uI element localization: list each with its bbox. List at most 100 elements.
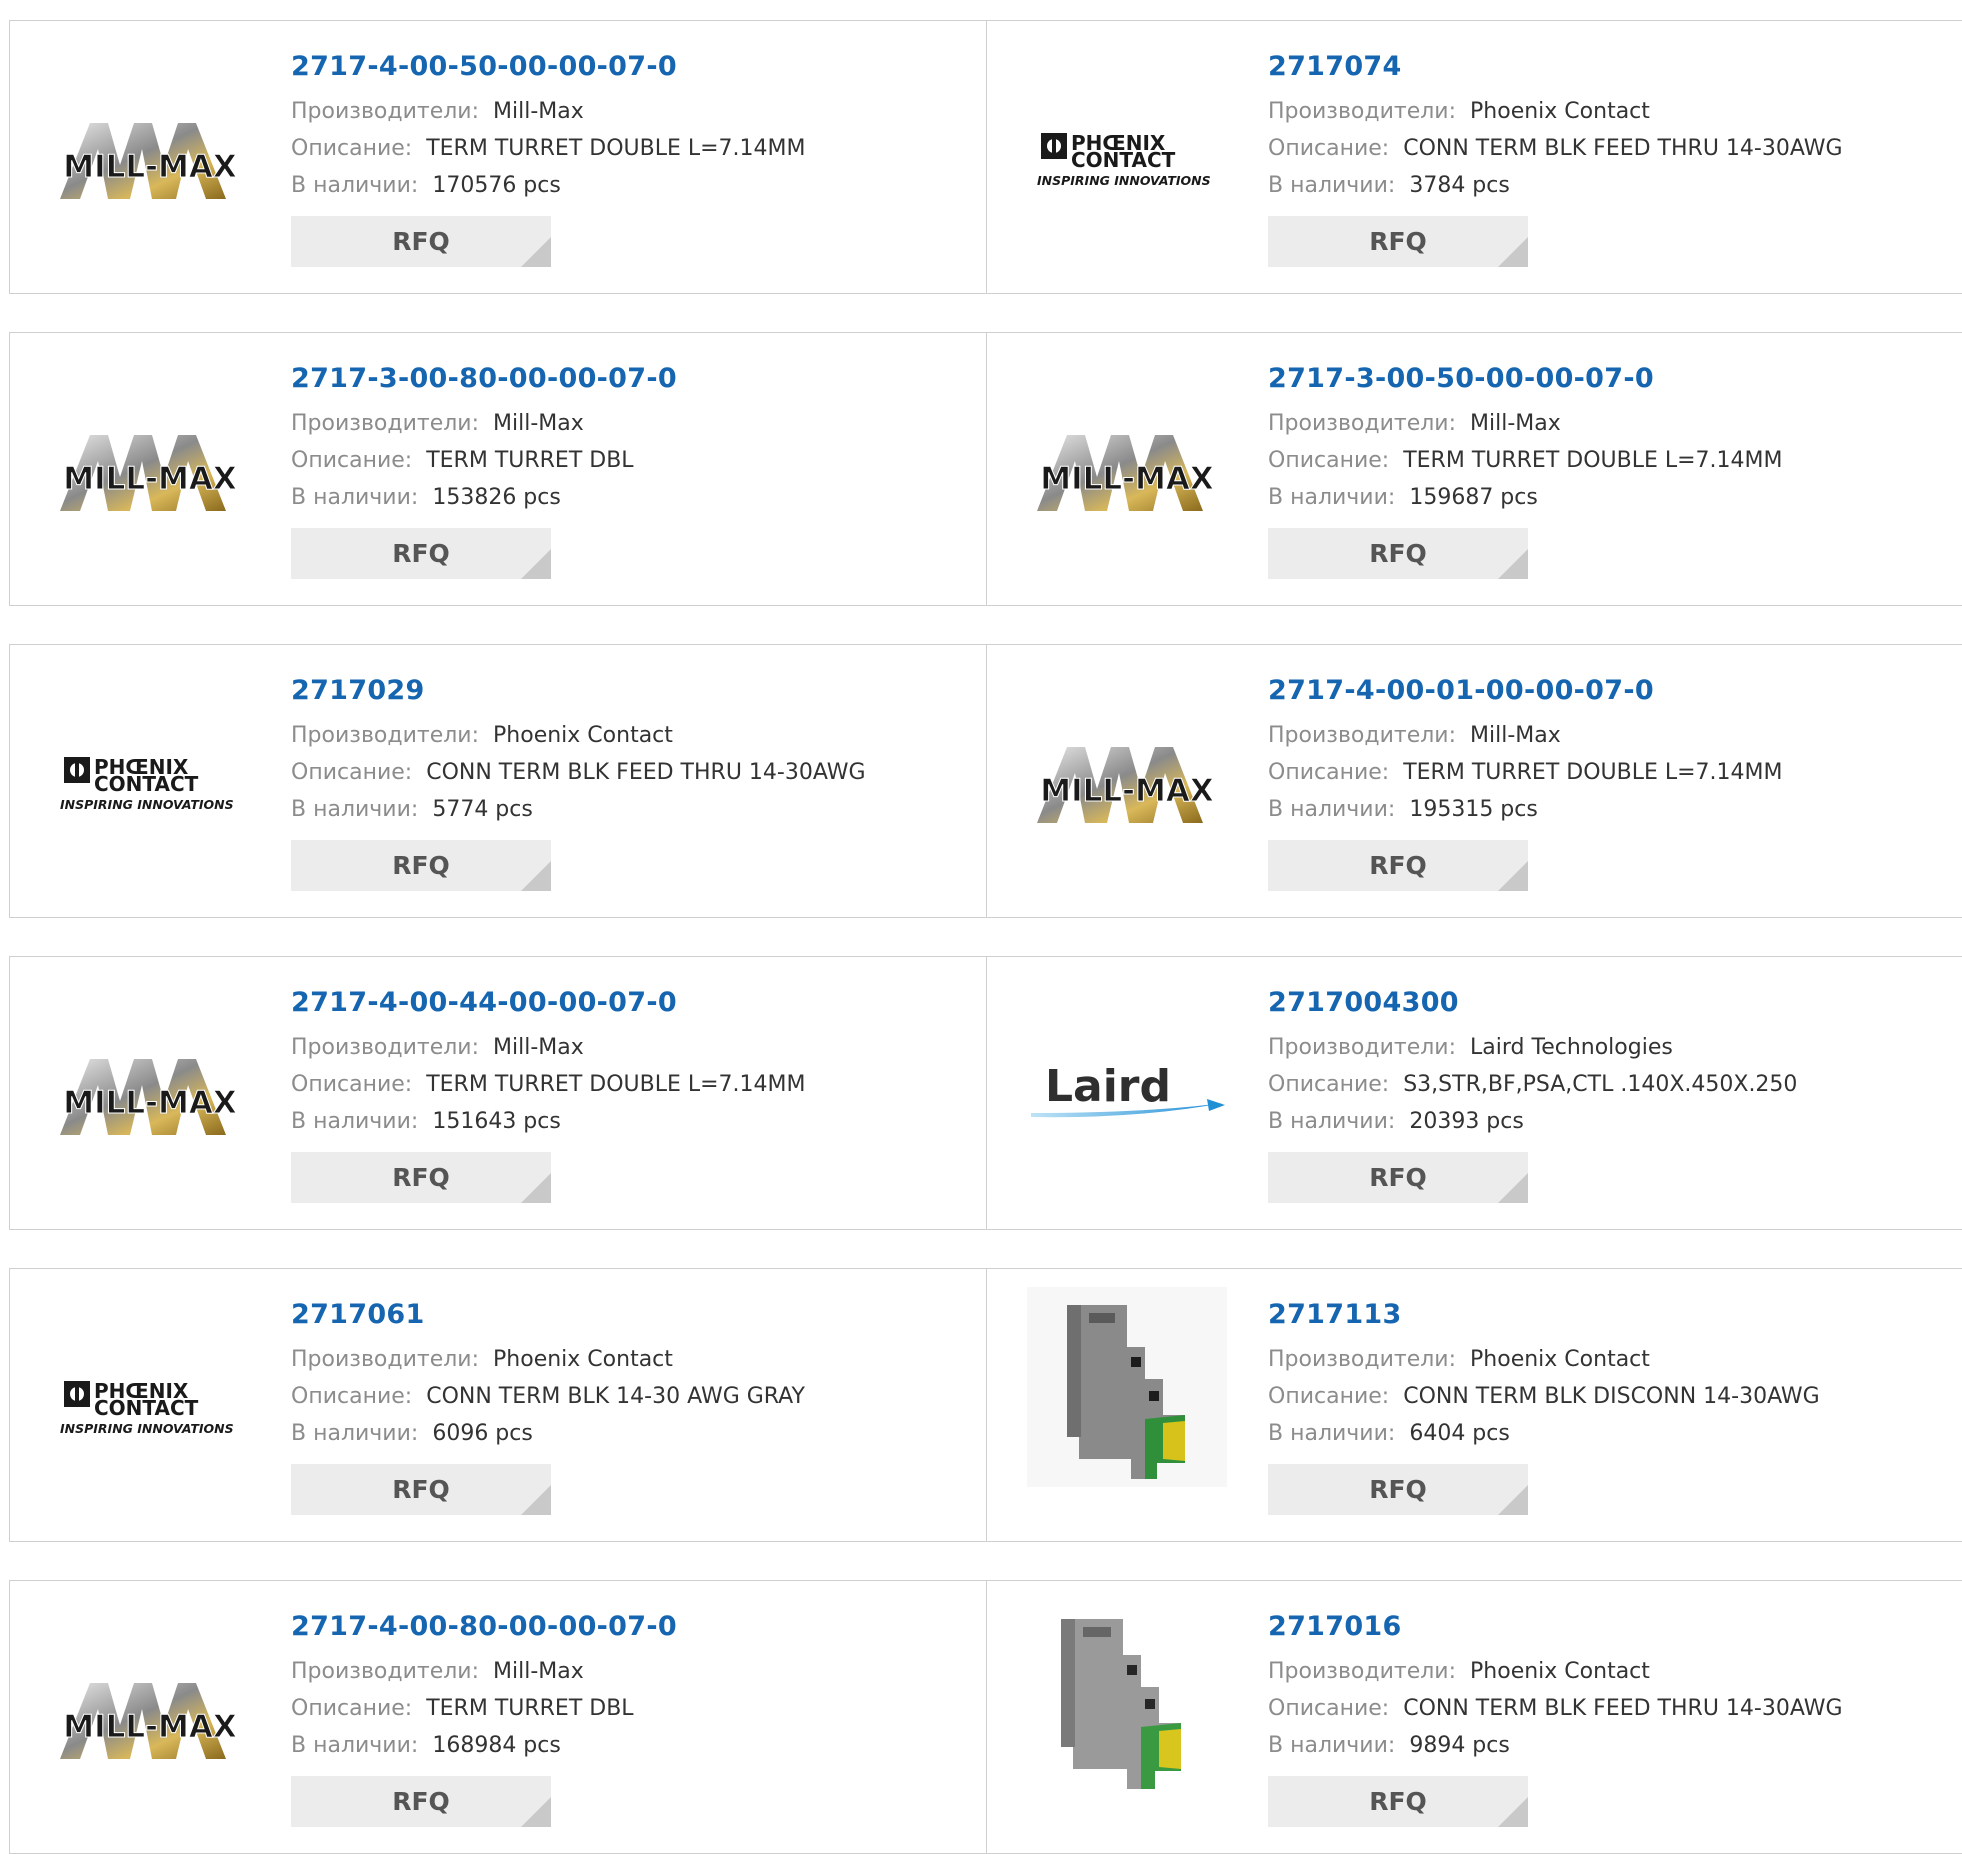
manufacturer-label: Производители: — [291, 723, 480, 748]
corner-triangle-icon — [521, 237, 551, 267]
description-label: Описание: — [291, 136, 413, 161]
svg-text:MILL-MAX: MILL-MAX — [63, 1709, 237, 1745]
manufacturer-value: Phoenix Contact — [1470, 99, 1650, 124]
mill-max-logo: MILL-MAX — [50, 1037, 250, 1152]
product-card: MILL-MAX 2717-4-00-01-00-00-07-0 Произво… — [986, 645, 1962, 917]
rfq-button[interactable]: RFQ — [291, 216, 551, 267]
manufacturer-value: Mill-Max — [1470, 411, 1561, 436]
description-label: Описание: — [1268, 760, 1390, 785]
stock-value: 195315 pcs — [1409, 797, 1538, 822]
stock-label: В наличии: — [291, 1421, 419, 1446]
rfq-button[interactable]: RFQ — [1268, 216, 1528, 267]
stock-label: В наличии: — [291, 1109, 419, 1134]
corner-triangle-icon — [1498, 549, 1528, 579]
description-value: TERM TURRET DOUBLE L=7.14MM — [1403, 760, 1783, 785]
rfq-button[interactable]: RFQ — [1268, 1152, 1528, 1203]
stock-label: В наличии: — [1268, 1109, 1396, 1134]
stock-label: В наличии: — [1268, 173, 1396, 198]
product-row: MILL-MAX 2717-4-00-50-00-00-07-0 Произво… — [9, 20, 1962, 294]
svg-text:CONTACT: CONTACT — [94, 772, 199, 796]
part-number-link[interactable]: 2717061 — [291, 1297, 805, 1333]
corner-triangle-icon — [521, 1485, 551, 1515]
stock-label: В наличии: — [1268, 485, 1396, 510]
svg-text:INSPIRING INNOVATIONS: INSPIRING INNOVATIONS — [60, 797, 234, 812]
rfq-label: RFQ — [1369, 1787, 1427, 1816]
corner-triangle-icon — [1498, 1797, 1528, 1827]
manufacturer-value: Phoenix Contact — [1470, 1347, 1650, 1372]
product-row: MILL-MAX 2717-4-00-80-00-00-07-0 Произво… — [9, 1580, 1962, 1854]
rfq-button[interactable]: RFQ — [291, 528, 551, 579]
description-label: Описание: — [291, 448, 413, 473]
part-number-link[interactable]: 2717-4-00-44-00-00-07-0 — [291, 985, 806, 1021]
rfq-button[interactable]: RFQ — [291, 1776, 551, 1827]
svg-text:Laird: Laird — [1045, 1061, 1171, 1112]
rfq-label: RFQ — [392, 1787, 450, 1816]
description-value: CONN TERM BLK FEED THRU 14-30AWG — [1403, 136, 1843, 161]
svg-text:MILL-MAX: MILL-MAX — [63, 461, 237, 497]
stock-value: 168984 pcs — [432, 1733, 561, 1758]
part-number-link[interactable]: 2717-4-00-80-00-00-07-0 — [291, 1609, 677, 1645]
part-number-link[interactable]: 2717-4-00-50-00-00-07-0 — [291, 49, 806, 85]
description-value: TERM TURRET DOUBLE L=7.14MM — [426, 136, 806, 161]
product-info: 2717029 Производители: Phoenix Contact Оп… — [291, 673, 866, 891]
phoenix-contact-logo: PHŒNIX CONTACT INSPIRING INNOVATIONS — [50, 1349, 250, 1464]
product-info: 2717061 Производители: Phoenix Contact Оп… — [291, 1297, 805, 1515]
part-number-link[interactable]: 2717029 — [291, 673, 866, 709]
stock-label: В наличии: — [291, 485, 419, 510]
product-card: 2717016 Производители: Phoenix Contact Оп… — [986, 1581, 1962, 1853]
stock-label: В наличии: — [1268, 797, 1396, 822]
svg-text:CONTACT: CONTACT — [94, 1396, 199, 1420]
mill-max-logo: MILL-MAX — [50, 413, 250, 528]
stock-label: В наличии: — [1268, 1421, 1396, 1446]
part-number-link[interactable]: 2717074 — [1268, 49, 1843, 85]
product-card: PHŒNIX CONTACT INSPIRING INNOVATIONS 27170… — [10, 645, 986, 917]
rfq-button[interactable]: RFQ — [291, 1464, 551, 1515]
corner-triangle-icon — [1498, 861, 1528, 891]
manufacturer-value: Mill-Max — [493, 99, 584, 124]
phoenix-contact-logo: PHŒNIX CONTACT INSPIRING INNOVATIONS — [1027, 101, 1227, 216]
product-info: 2717113 Производители: Phoenix Contact Оп… — [1268, 1297, 1820, 1515]
stock-value: 6404 pcs — [1409, 1421, 1510, 1446]
part-number-link[interactable]: 2717113 — [1268, 1297, 1820, 1333]
part-number-link[interactable]: 2717-3-00-80-00-00-07-0 — [291, 361, 677, 397]
rfq-button[interactable]: RFQ — [291, 1152, 551, 1203]
rfq-label: RFQ — [392, 1475, 450, 1504]
svg-text:MILL-MAX: MILL-MAX — [63, 1085, 237, 1121]
manufacturer-value: Mill-Max — [1470, 723, 1561, 748]
description-value: TERM TURRET DBL — [426, 448, 634, 473]
description-value: TERM TURRET DOUBLE L=7.14MM — [426, 1072, 806, 1097]
svg-text:MILL-MAX: MILL-MAX — [1040, 773, 1214, 809]
stock-value: 9894 pcs — [1409, 1733, 1510, 1758]
part-number-link[interactable]: 2717016 — [1268, 1609, 1843, 1645]
rfq-label: RFQ — [1369, 539, 1427, 568]
rfq-button[interactable]: RFQ — [1268, 840, 1528, 891]
rfq-button[interactable]: RFQ — [1268, 1464, 1528, 1515]
corner-triangle-icon — [521, 549, 551, 579]
rfq-label: RFQ — [392, 539, 450, 568]
manufacturer-label: Производители: — [291, 1035, 480, 1060]
product-info: 2717074 Производители: Phoenix Contact Оп… — [1268, 49, 1843, 267]
stock-value: 3784 pcs — [1409, 173, 1510, 198]
part-number-link[interactable]: 2717-4-00-01-00-00-07-0 — [1268, 673, 1783, 709]
description-label: Описание: — [291, 760, 413, 785]
svg-text:CONTACT: CONTACT — [1071, 148, 1176, 172]
rfq-button[interactable]: RFQ — [1268, 1776, 1528, 1827]
description-value: CONN TERM BLK FEED THRU 14-30AWG — [426, 760, 866, 785]
stock-label: В наличии: — [291, 1733, 419, 1758]
product-info: 2717-3-00-80-00-00-07-0 Производители: Mi… — [291, 361, 677, 579]
rfq-button[interactable]: RFQ — [291, 840, 551, 891]
part-number-link[interactable]: 2717-3-00-50-00-00-07-0 — [1268, 361, 1783, 397]
mill-max-logo: MILL-MAX — [50, 1661, 250, 1776]
part-number-link[interactable]: 2717004300 — [1268, 985, 1797, 1021]
corner-triangle-icon — [521, 1797, 551, 1827]
terminal-block-photo — [1027, 1598, 1227, 1799]
product-card: MILL-MAX 2717-3-00-80-00-00-07-0 Произво… — [10, 333, 986, 605]
svg-text:INSPIRING INNOVATIONS: INSPIRING INNOVATIONS — [1037, 173, 1211, 188]
rfq-button[interactable]: RFQ — [1268, 528, 1528, 579]
product-info: 2717-4-00-50-00-00-07-0 Производители: Mi… — [291, 49, 806, 267]
rfq-label: RFQ — [392, 851, 450, 880]
product-row: MILL-MAX 2717-3-00-80-00-00-07-0 Произво… — [9, 332, 1962, 606]
rfq-label: RFQ — [1369, 1163, 1427, 1192]
product-info: 2717-4-00-44-00-00-07-0 Производители: Mi… — [291, 985, 806, 1203]
product-info: 2717004300 Производители: Laird Technolog… — [1268, 985, 1797, 1203]
